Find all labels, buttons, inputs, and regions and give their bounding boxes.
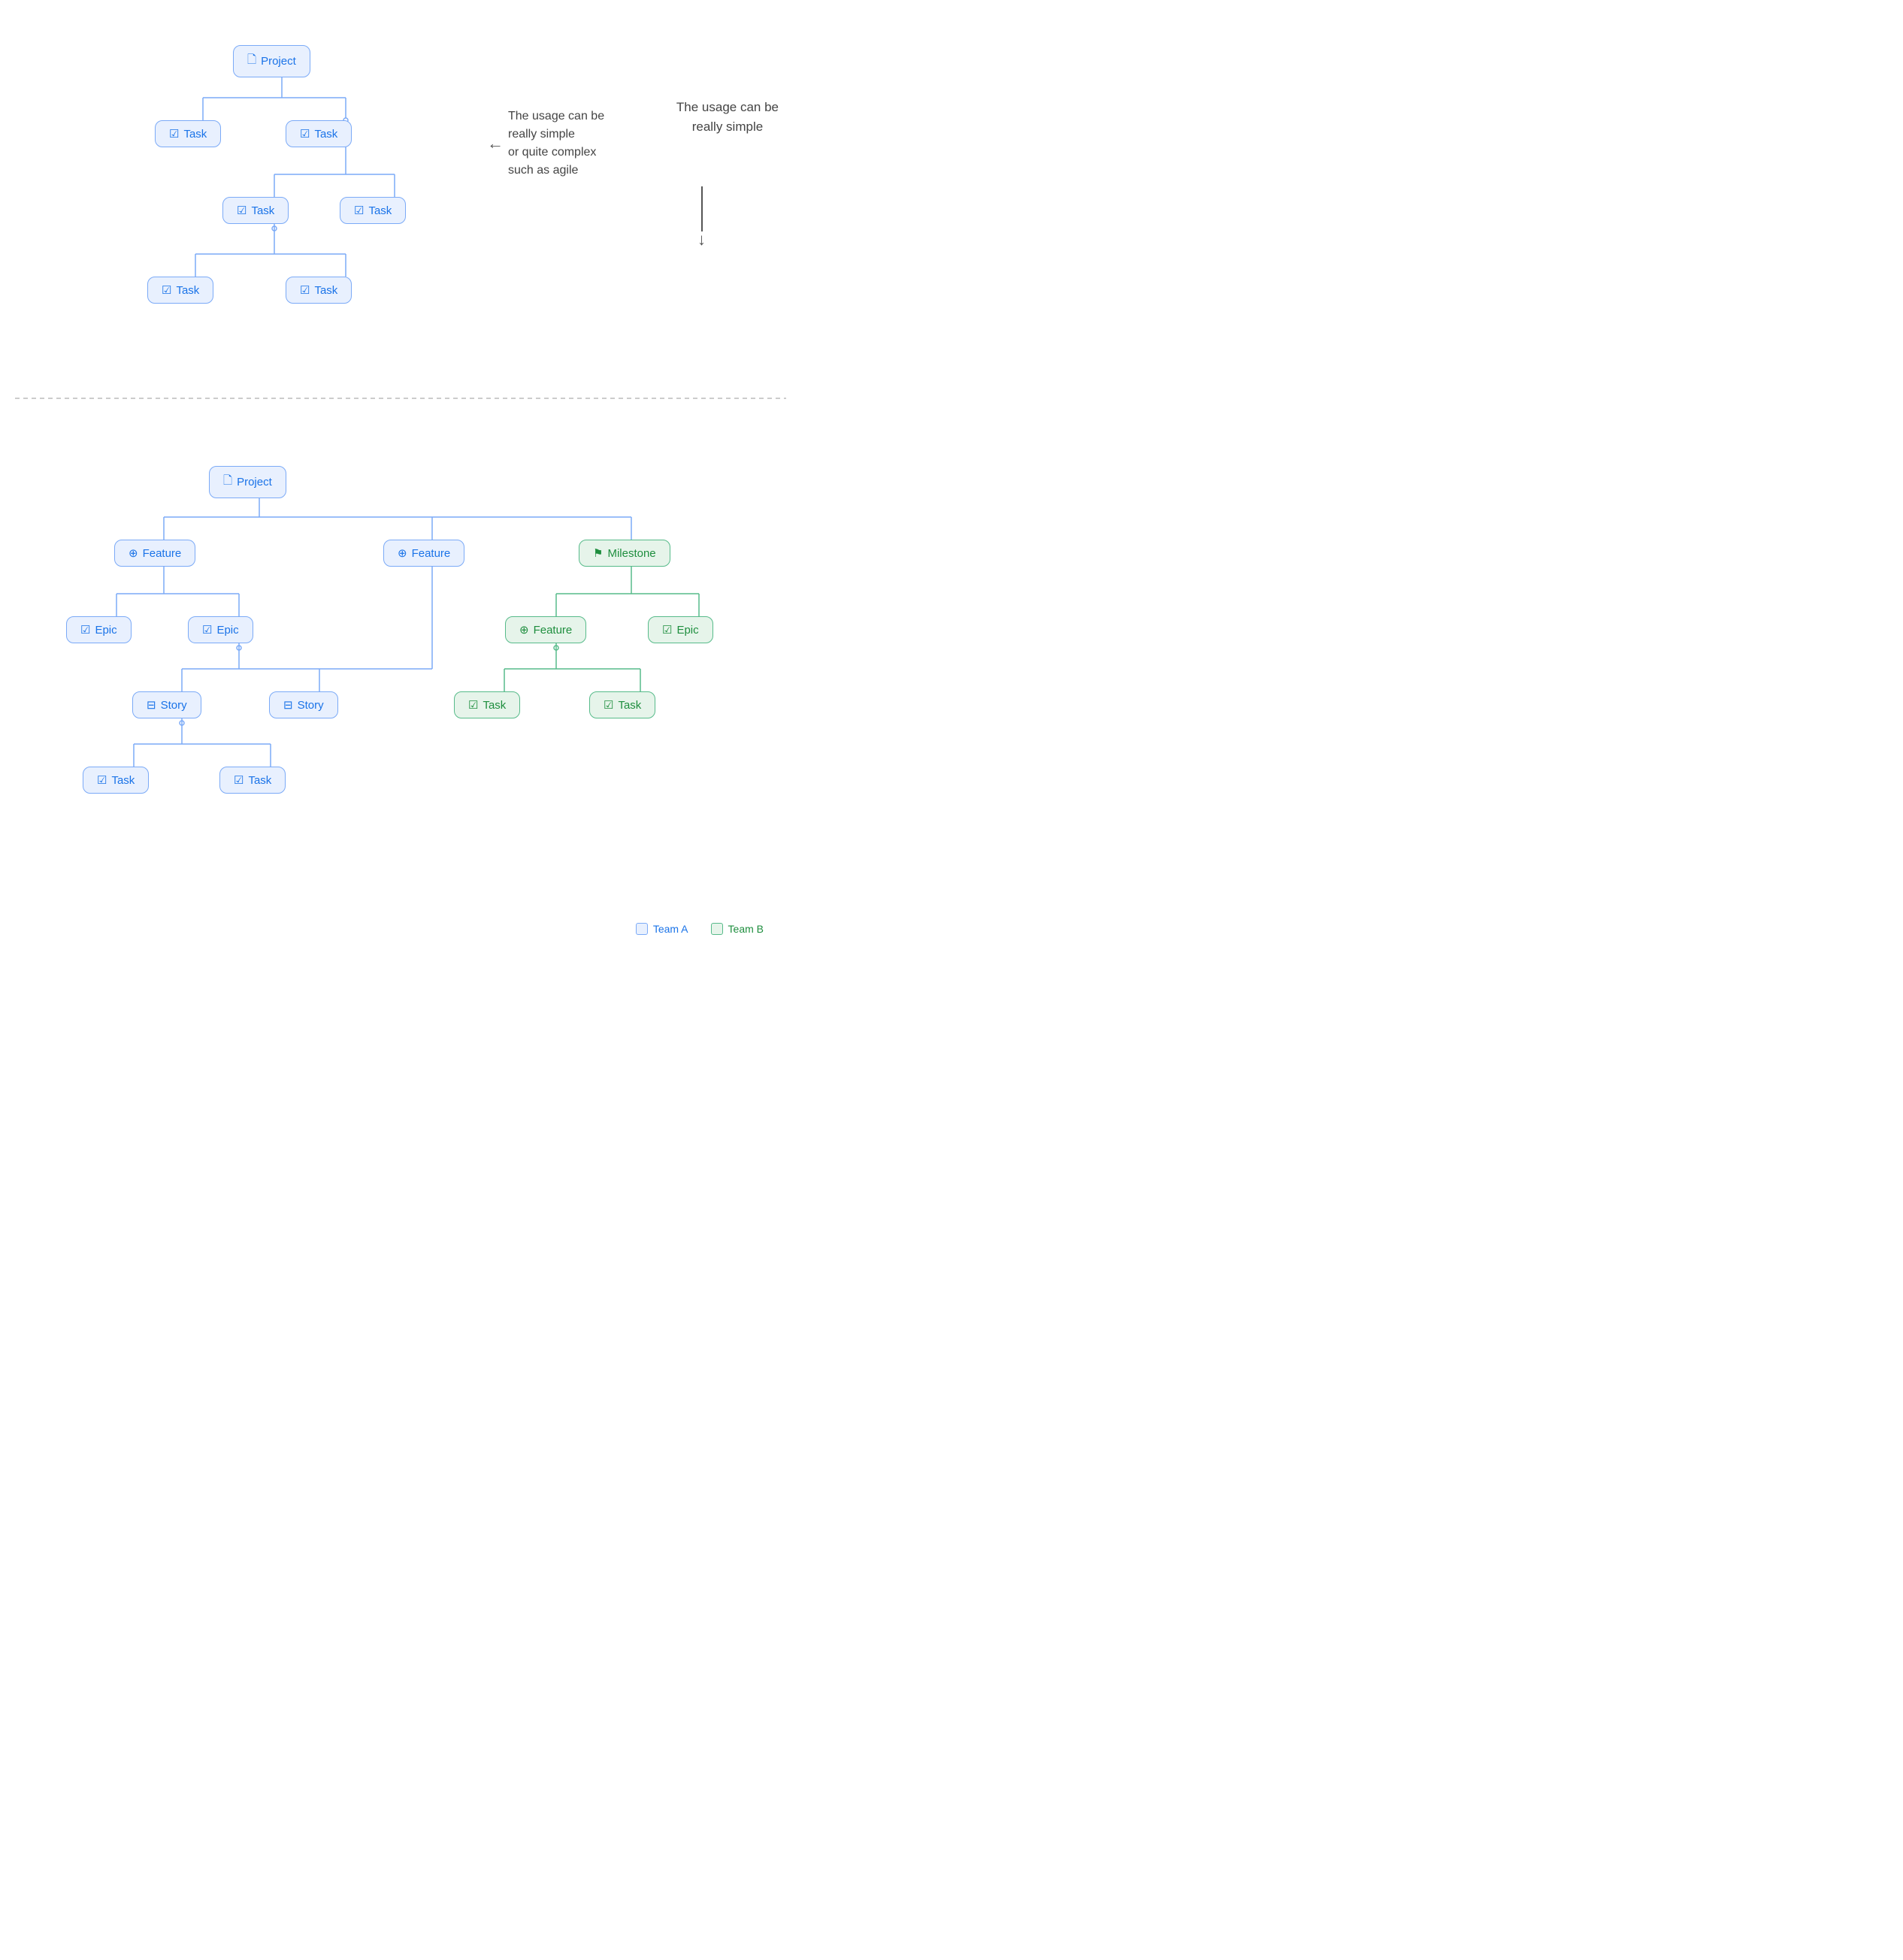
task-icon-7: ☑ [468,698,478,712]
task-node-9: ☑ Task [83,767,149,794]
feature-node-1: ⊕ Feature [114,540,195,567]
legend: Team A Team B [636,923,764,935]
annotation-text: The usage can be really simple [676,98,779,142]
task-icon-2: ☑ [300,127,310,141]
task-label-9: Task [111,774,135,787]
story-label-1: Story [161,699,187,712]
task-node-7: ☑ Task [454,691,520,718]
feature-label-1: Feature [143,547,182,560]
milestone-node-1: ⚑ Milestone [579,540,670,567]
annotation-line1: The usage can be [676,98,779,117]
epic-icon-3: ☑ [662,623,672,637]
task-label-6: Task [314,284,337,297]
feature-icon-3: ⊕ [519,623,529,637]
story-icon-2: ⊟ [283,698,293,712]
task-label-3: Task [251,204,274,217]
task-icon-9: ☑ [97,773,107,787]
task-icon-8: ☑ [604,698,613,712]
task-label-10: Task [248,774,271,787]
feature-label-2: Feature [412,547,451,560]
task-node-10: ☑ Task [219,767,286,794]
task-label-1: Task [183,128,207,141]
project-label-1: Project [261,55,296,68]
feature-icon-1: ⊕ [129,546,138,560]
task-label-8: Task [618,699,641,712]
epic-label-1: Epic [95,624,116,637]
task-label-7: Task [483,699,506,712]
feature-node-2: ⊕ Feature [383,540,464,567]
task-node-5: ☑ Task [147,277,213,304]
task-label-4: Task [368,204,392,217]
epic-icon-1: ☑ [80,623,90,637]
down-arrow-icon: ↓ [697,230,706,250]
legend-team-a: Team A [636,923,688,935]
task-node-4: ☑ Task [340,197,406,224]
task-node-3: ☑ Task [222,197,289,224]
legend-box-blue [636,923,648,935]
task-node-1: ☑ Task [155,120,221,147]
task-icon-3: ☑ [237,204,247,217]
epic-label-3: Epic [676,624,698,637]
task-icon-4: ☑ [354,204,364,217]
epic-label-2: Epic [216,624,238,637]
milestone-icon: ⚑ [593,546,603,560]
milestone-label: Milestone [607,547,655,560]
task-label-5: Task [176,284,199,297]
story-label-2: Story [298,699,324,712]
task-icon-1: ☑ [169,127,179,141]
task-icon-5: ☑ [162,283,171,297]
task-icon-10: ☑ [234,773,244,787]
task-node-6: ☑ Task [286,277,352,304]
story-node-2: ⊟ Story [269,691,338,718]
annotation-line2: really simple [676,117,779,137]
project-icon-1: 🗋 [247,52,256,71]
left-arrow-icon: ← [487,134,504,153]
arrow-down-indicator: ↓ [697,186,706,250]
feature-node-3: ⊕ Feature [505,616,586,643]
project-node-1: 🗋 Project [233,45,310,77]
feature-label-3: Feature [534,624,573,637]
epic-node-3: ☑ Epic [648,616,713,643]
legend-label-team-a: Team A [653,923,688,935]
legend-box-green [711,923,723,935]
arrow-left-indicator: ← The usage can be really simpleor quite… [487,107,628,180]
story-node-1: ⊟ Story [132,691,201,718]
epic-node-1: ☑ Epic [66,616,132,643]
legend-team-b: Team B [711,923,764,935]
task-node-8: ☑ Task [589,691,655,718]
project-label-2: Project [237,476,272,488]
story-icon-1: ⊟ [147,698,156,712]
task-label-2: Task [314,128,337,141]
legend-label-team-b: Team B [728,923,764,935]
epic-node-2: ☑ Epic [188,616,253,643]
epic-icon-2: ☑ [202,623,212,637]
project-icon-2: 🗋 [223,473,232,492]
task-node-2: ☑ Task [286,120,352,147]
feature-icon-2: ⊕ [398,546,407,560]
project-node-2: 🗋 Project [209,466,286,498]
arrow-down-line [701,186,703,231]
task-icon-6: ☑ [300,283,310,297]
